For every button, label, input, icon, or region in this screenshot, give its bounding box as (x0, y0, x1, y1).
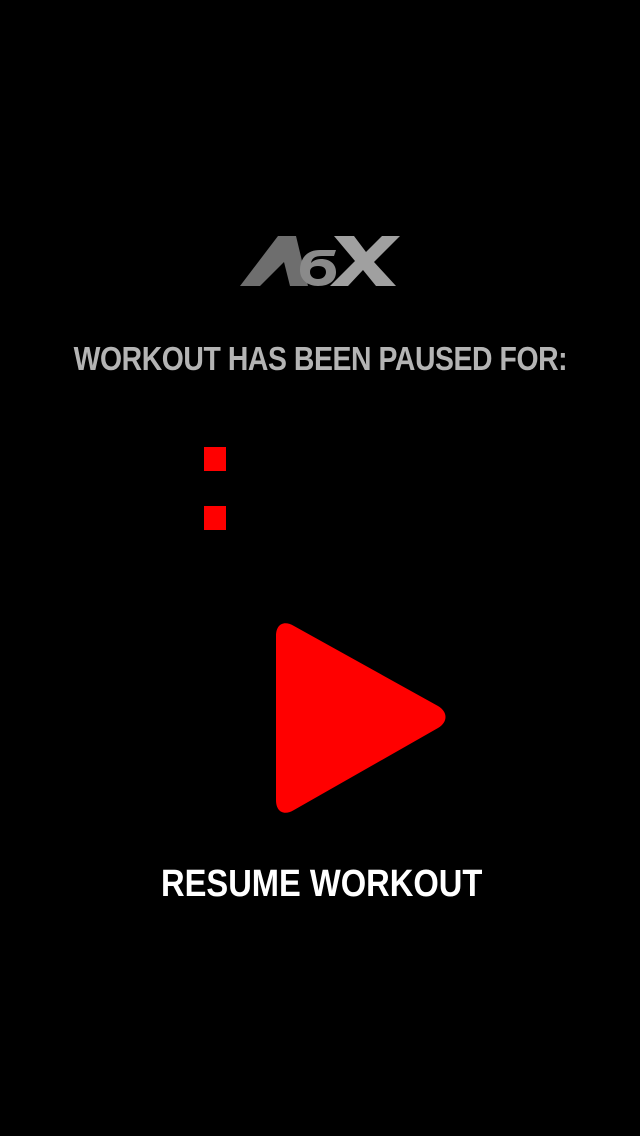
timer-separator-dot (204, 506, 226, 530)
pause-message: WORKOUT HAS BEEN PAUSED FOR: (73, 340, 568, 377)
timer-separator-dot (204, 447, 226, 471)
resume-workout-button[interactable]: RESUME WORKOUT (46, 858, 596, 910)
play-icon (276, 623, 446, 813)
pause-timer (204, 447, 228, 533)
resume-play-button[interactable] (272, 618, 450, 818)
a6x-logo-icon (240, 236, 400, 286)
app-logo (238, 232, 402, 288)
